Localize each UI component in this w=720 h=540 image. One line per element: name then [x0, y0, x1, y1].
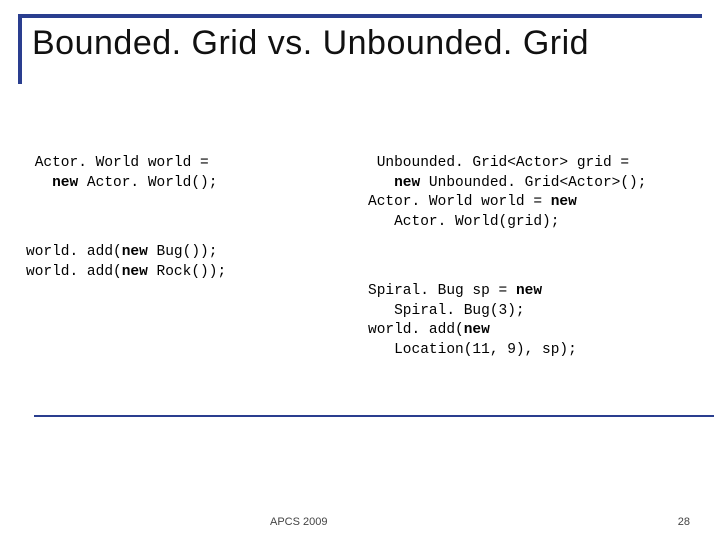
right-code-block-2: Spiral. Bug sp = new Spiral. Bug(3); wor…: [368, 282, 694, 360]
title-container: Bounded. Grid vs. Unbounded. Grid: [18, 14, 702, 84]
right-column: Unbounded. Grid<Actor> grid = new Unboun…: [360, 154, 702, 454]
footer-center-text: APCS 2009: [270, 516, 327, 528]
slide-title: Bounded. Grid vs. Unbounded. Grid: [32, 24, 702, 63]
left-code-block-1: Actor. World world = new Actor. World();: [26, 154, 352, 193]
right-code-block-1: Unbounded. Grid<Actor> grid = new Unboun…: [368, 154, 694, 232]
page-number: 28: [678, 516, 690, 528]
left-column: Actor. World world = new Actor. World();…: [18, 154, 360, 454]
content-area: Actor. World world = new Actor. World();…: [18, 154, 702, 454]
left-code-block-2: world. add(new Bug()); world. add(new Ro…: [26, 243, 352, 282]
